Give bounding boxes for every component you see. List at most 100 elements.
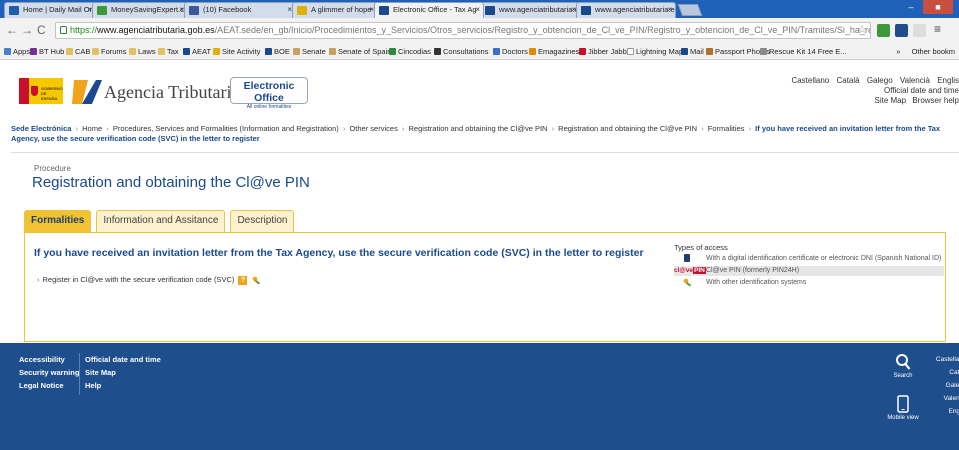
bookmark-emagazines[interactable]: Emagazines <box>529 43 579 59</box>
bookmark-rescue-kit[interactable]: Rescue Kit 14 Free E... <box>760 43 847 59</box>
bookmark-tax[interactable]: Tax <box>158 43 179 59</box>
lang-galego[interactable]: Galego <box>867 76 893 85</box>
tab-formalities[interactable]: Formalities <box>24 210 92 232</box>
bookmark-doctors[interactable]: Doctors <box>493 43 528 59</box>
extension-icon[interactable] <box>877 24 890 37</box>
help-icon[interactable]: ? <box>238 275 248 285</box>
key-icon <box>683 278 692 287</box>
bookmark-star-icon[interactable]: ☆ <box>857 23 867 38</box>
browser-tab-glimmer[interactable]: A glimmer of hope for po× <box>292 2 378 18</box>
bookmark-cab[interactable]: CAB <box>66 43 90 59</box>
folder-icon <box>129 48 136 55</box>
panel-title: If you have received an invitation lette… <box>34 247 644 259</box>
browser-tab-facebook[interactable]: (10) Facebook × <box>184 2 296 18</box>
footer-lang-galego[interactable]: Galeg <box>933 379 959 392</box>
bookmark-senate[interactable]: Senate <box>293 43 326 59</box>
footer-col-2: Official date and time Site Map Help <box>85 353 161 392</box>
gobierno-espana-logo[interactable]: GOBIERNO DE ESPAÑA <box>19 78 63 104</box>
back-arrow-icon[interactable]: ← <box>6 23 18 37</box>
footer-lang-valencia[interactable]: Valenc <box>933 392 959 405</box>
folder-icon <box>92 48 99 55</box>
browser-tab-electronic-office[interactable]: Electronic Office - Tax Ag × <box>374 2 484 18</box>
breadcrumb-registration-2[interactable]: Registration and obtaining the Cl@ve PIN <box>558 124 697 133</box>
electronic-office-button[interactable]: Electronic Office All online formalities <box>230 77 308 110</box>
site-map-footer-link[interactable]: Site Map <box>85 366 161 379</box>
menu-icon[interactable]: ≡ <box>934 22 941 36</box>
help-footer-link[interactable]: Help <box>85 379 161 392</box>
reload-icon[interactable]: C <box>37 23 46 37</box>
site-map-link[interactable]: Site Map <box>875 96 907 105</box>
footer-lang-english[interactable]: Engli <box>933 405 959 418</box>
chevron-right-icon: › <box>37 275 40 284</box>
access-other-systems: With other identification systems <box>674 278 944 288</box>
bookmarks-bar: Apps BT Hub CAB Forums Laws Tax AEAT Sit… <box>0 43 959 60</box>
tab-close-icon[interactable]: × <box>667 3 672 17</box>
accessibility-link[interactable]: Accessibility <box>19 353 79 366</box>
bookmark-apps[interactable]: Apps <box>4 43 30 59</box>
access-title: Types of access <box>674 243 728 252</box>
bookmark-boe[interactable]: BOE <box>265 43 290 59</box>
lang-english[interactable]: Englis <box>937 76 959 85</box>
lang-castellano[interactable]: Castellano <box>791 76 829 85</box>
bookmark-bt-hub[interactable]: BT Hub <box>30 43 64 59</box>
page-icon <box>627 48 634 55</box>
footer-lang-castellano[interactable]: Castellan <box>933 353 959 366</box>
breadcrumb-other-services[interactable]: Other services <box>349 124 397 133</box>
close-window-icon[interactable]: ■ <box>923 0 953 14</box>
legal-notice-link[interactable]: Legal Notice <box>19 379 79 392</box>
register-svc-link[interactable]: Register in Cl@ve with the secure verifi… <box>43 275 235 284</box>
security-warning-link[interactable]: Security warning <box>19 366 79 379</box>
url-bar[interactable]: https://www.agenciatributaria.gob.es/AEA… <box>55 22 871 39</box>
bookmark-mail[interactable]: Mail <box>681 43 704 59</box>
bookmark-consultations[interactable]: Consultations <box>434 43 488 59</box>
forward-arrow-icon[interactable]: → <box>21 23 33 37</box>
agencia-favicon-icon <box>485 6 495 15</box>
access-clave-pin: cl@vePIN Cl@ve PIN (formerly PIN24H) <box>674 266 944 276</box>
breadcrumb-procedures[interactable]: Procedures, Services and Formalities (In… <box>113 124 339 133</box>
footer-search[interactable]: Search <box>888 353 918 379</box>
mobile-phone-icon <box>897 395 909 413</box>
bookmark-aeat[interactable]: AEAT <box>183 43 211 59</box>
browser-tab-daily-mail[interactable]: Home | Daily Mail Online× <box>4 2 96 18</box>
tab-close-icon[interactable]: × <box>475 3 480 17</box>
bookmark-laws[interactable]: Laws <box>129 43 156 59</box>
bookmark-site-activity[interactable]: Site Activity <box>213 43 260 59</box>
brand-name[interactable]: Agencia Tributaria <box>104 82 239 103</box>
browser-tab-moneysaving[interactable]: MoneySavingExpert.com × <box>92 2 188 18</box>
new-tab-button[interactable] <box>677 4 703 16</box>
lock-icon <box>60 26 67 34</box>
browser-help-link[interactable]: Browser help <box>912 96 959 105</box>
minimize-icon[interactable]: – <box>901 0 921 14</box>
extension-icon[interactable] <box>913 24 926 37</box>
breadcrumb-home[interactable]: Home <box>82 124 102 133</box>
official-date-footer-link[interactable]: Official date and time <box>85 353 161 366</box>
tab-information-assistance[interactable]: Information and Assitance <box>96 210 226 232</box>
bookmark-senate-of-spain[interactable]: Senate of Spain <box>329 43 391 59</box>
jibber-icon <box>579 48 586 55</box>
mail-icon <box>681 48 688 55</box>
doctors-icon <box>493 48 500 55</box>
browser-tab-agencia-2[interactable]: www.agenciatributaria.es × <box>576 2 676 18</box>
breadcrumb-registration-1[interactable]: Registration and obtaining the Cl@ve PIN <box>409 124 548 133</box>
folder-icon <box>66 48 73 55</box>
senate-icon <box>293 48 300 55</box>
other-bookmarks[interactable]: » Other bookm <box>888 43 959 59</box>
bookmark-jibber-jabber[interactable]: Jibber Jabber <box>579 43 633 59</box>
page-content: GOBIERNO DE ESPAÑA Agencia Tributaria El… <box>0 60 959 450</box>
bookmark-forums[interactable]: Forums <box>92 43 126 59</box>
lang-catala[interactable]: Català <box>836 76 859 85</box>
lang-valencia[interactable]: Valencià <box>900 76 930 85</box>
footer-lang-catala[interactable]: Cata <box>933 366 959 379</box>
bookmark-cincodias[interactable]: Cincodias <box>389 43 431 59</box>
browser-tab-agencia-1[interactable]: www.agenciatributaria.es × <box>480 2 580 18</box>
divider <box>11 152 959 153</box>
agencia-tributaria-logo-icon[interactable] <box>72 78 102 106</box>
clave-pin-logo-icon: cl@vePIN <box>674 267 706 274</box>
breadcrumb-sede[interactable]: Sede Electrónica <box>11 124 71 133</box>
tab-description[interactable]: Description <box>230 210 295 232</box>
official-date-link[interactable]: Official date and time <box>786 86 959 96</box>
extension-icon[interactable] <box>895 24 908 37</box>
breadcrumb-formalities[interactable]: Formalities <box>708 124 745 133</box>
bookmark-lightning-map[interactable]: Lightning Map <box>627 43 683 59</box>
footer-mobile-view[interactable]: Mobile view <box>883 395 923 421</box>
